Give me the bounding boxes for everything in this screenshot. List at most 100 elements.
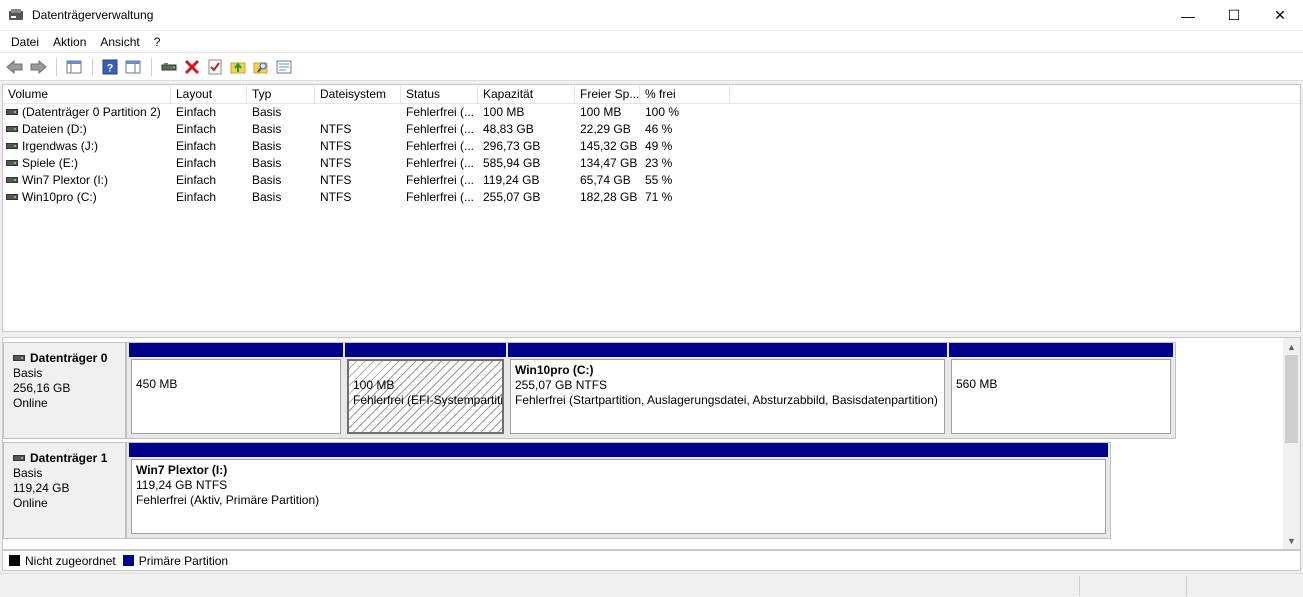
column-header-kapazitaet[interactable]: Kapazität	[478, 85, 575, 103]
partition-block[interactable]: 560 MB	[949, 343, 1173, 436]
column-header-volume[interactable]: Volume	[3, 85, 171, 103]
type-cell: Basis	[252, 122, 282, 136]
partition-body: Win7 Plextor (I:) 119,24 GB NTFS Fehlerf…	[131, 459, 1106, 534]
percent-free-cell: 71 %	[645, 190, 673, 204]
back-icon	[6, 59, 23, 74]
back-button[interactable]	[4, 56, 26, 78]
toolbar-separator	[92, 57, 93, 76]
volume-icon	[6, 176, 18, 183]
layout-cell: Einfach	[176, 139, 217, 153]
filesystem-cell	[315, 104, 401, 121]
toolbar-separator	[151, 57, 152, 76]
disk-map: Datenträger 0 Basis 256,16 GB Online 450…	[2, 337, 1301, 550]
disk-1-label[interactable]: Datenträger 1 Basis 119,24 GB Online	[3, 442, 126, 539]
table-row[interactable]: Irgendwas (J:) Einfach Basis NTFS Fehler…	[3, 138, 1300, 155]
free-space-cell: 100 MB	[580, 105, 622, 119]
partition-status: Fehlerfrei (EFI-Systempartition)	[353, 393, 504, 407]
forward-button[interactable]	[27, 56, 49, 78]
column-header-typ[interactable]: Typ	[247, 85, 315, 103]
layout-cell: Einfach	[176, 173, 217, 187]
partition-bar	[345, 343, 506, 357]
disk-name: Datenträger 0	[30, 351, 108, 365]
disk-state: Online	[13, 496, 48, 510]
partition-body: 450 MB	[131, 359, 341, 434]
volume-icon	[6, 159, 18, 166]
connect-drive-button[interactable]	[158, 56, 180, 78]
partition-body: 100 MB Fehlerfrei (EFI-Systempartition)	[347, 359, 504, 434]
legend-label: Primäre Partition	[138, 553, 229, 568]
legend-item-unallocated: Nicht zugeordnet	[9, 554, 116, 568]
partition-status: Fehlerfrei (Startpartition, Auslagerungs…	[515, 393, 938, 407]
layout-cell: Einfach	[176, 105, 217, 119]
partition-bar	[129, 443, 1108, 457]
scrollbar-thumb[interactable]	[1285, 355, 1298, 443]
table-row[interactable]: Win7 Plextor (I:) Einfach Basis NTFS Feh…	[3, 172, 1300, 189]
table-row[interactable]: Dateien (D:) Einfach Basis NTFS Fehlerfr…	[3, 121, 1300, 138]
volume-name: Dateien (D:)	[22, 122, 87, 136]
close-icon: ✕	[1274, 7, 1286, 23]
disk-name: Datenträger 1	[30, 451, 108, 465]
legend: Nicht zugeordnet Primäre Partition	[2, 550, 1301, 571]
close-button[interactable]: ✕	[1257, 0, 1303, 31]
partition-block-selected[interactable]: 100 MB Fehlerfrei (EFI-Systempartition)	[345, 343, 506, 436]
column-header-dateisystem[interactable]: Dateisystem	[315, 85, 401, 103]
properties-button[interactable]	[273, 56, 295, 78]
partition-block[interactable]: 450 MB	[129, 343, 343, 436]
volume-icon	[6, 125, 18, 132]
type-cell: Basis	[252, 156, 282, 170]
column-header-freier-speicher[interactable]: Freier Sp...	[575, 85, 640, 103]
partition-block[interactable]: Win10pro (C:) 255,07 GB NTFS Fehlerfrei …	[508, 343, 947, 436]
column-header-status[interactable]: Status	[401, 85, 478, 103]
console-tree-button[interactable]	[63, 56, 85, 78]
disk-type: Basis	[13, 466, 43, 480]
disk-0-label[interactable]: Datenträger 0 Basis 256,16 GB Online	[3, 342, 126, 439]
column-header-layout[interactable]: Layout	[171, 85, 247, 103]
free-space-cell: 65,74 GB	[580, 173, 631, 187]
partition-bar	[508, 343, 947, 357]
partition-name: Win10pro (C:)	[515, 363, 594, 377]
volume-name: Irgendwas (J:)	[22, 139, 99, 153]
disk-type: Basis	[13, 366, 43, 380]
delete-button[interactable]	[181, 56, 203, 78]
menu-datei[interactable]: Datei	[4, 35, 46, 49]
menu-aktion[interactable]: Aktion	[46, 35, 93, 49]
legend-item-primary: Primäre Partition	[122, 553, 229, 568]
menu-help[interactable]: ?	[147, 35, 168, 49]
help-button[interactable]: ?	[99, 56, 121, 78]
table-row[interactable]: Spiele (E:) Einfach Basis NTFS Fehlerfre…	[3, 155, 1300, 172]
table-row[interactable]: Win10pro (C:) Einfach Basis NTFS Fehlerf…	[3, 189, 1300, 206]
partition-block[interactable]: Win7 Plextor (I:) 119,24 GB NTFS Fehlerf…	[129, 443, 1108, 536]
minimize-button[interactable]: —	[1165, 0, 1211, 31]
show-pane-icon	[125, 60, 141, 73]
scroll-up-icon[interactable]: ▲	[1283, 338, 1300, 355]
title-bar: Datenträgerverwaltung — ☐ ✕	[0, 0, 1303, 31]
column-header-prozent-frei[interactable]: % frei	[640, 85, 730, 103]
check-button[interactable]	[204, 56, 226, 78]
filesystem-cell: NTFS	[320, 139, 352, 153]
status-pane	[1079, 576, 1179, 596]
partition-size: 255,07 GB NTFS	[515, 378, 608, 392]
disk-1-partitions: Win7 Plextor (I:) 119,24 GB NTFS Fehlerf…	[126, 442, 1111, 539]
status-cell: Fehlerfrei (...	[406, 139, 475, 153]
minimize-icon: —	[1181, 7, 1195, 24]
partition-size: 100 MB	[353, 378, 395, 392]
partition-name: Win7 Plextor (I:)	[136, 463, 228, 477]
status-pane	[1186, 576, 1303, 596]
show-pane-button[interactable]	[122, 56, 144, 78]
layout-cell: Einfach	[176, 156, 217, 170]
disk-map-scrollbar[interactable]: ▲ ▼	[1283, 338, 1300, 549]
folder-up-button[interactable]	[227, 56, 249, 78]
capacity-cell: 585,94 GB	[483, 156, 541, 170]
free-space-cell: 22,29 GB	[580, 122, 631, 136]
partition-size: 560 MB	[956, 377, 998, 391]
type-cell: Basis	[252, 173, 282, 187]
legend-swatch	[9, 555, 20, 566]
scroll-down-icon[interactable]: ▼	[1283, 532, 1300, 549]
search-folder-button[interactable]	[250, 56, 272, 78]
forward-icon	[30, 59, 47, 74]
disk-row: Datenträger 0 Basis 256,16 GB Online 450…	[3, 342, 1178, 439]
menu-ansicht[interactable]: Ansicht	[93, 35, 146, 49]
type-cell: Basis	[252, 139, 282, 153]
table-row[interactable]: (Datenträger 0 Partition 2) Einfach Basi…	[3, 104, 1300, 121]
maximize-button[interactable]: ☐	[1211, 0, 1257, 31]
